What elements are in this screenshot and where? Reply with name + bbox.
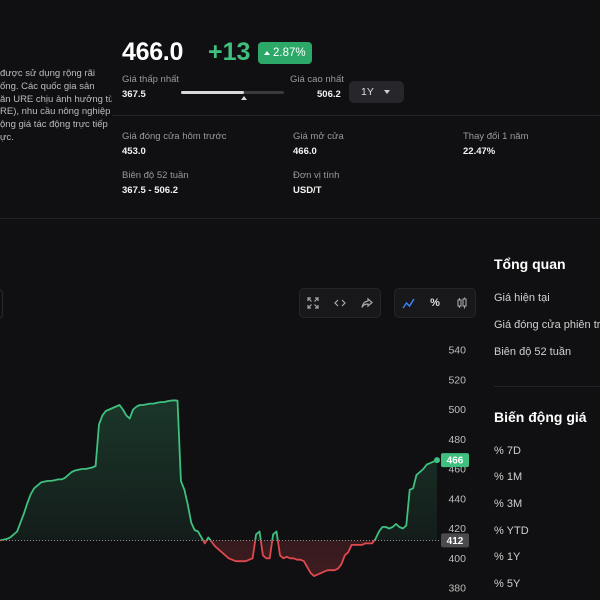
price-change-title: Biến động giá [494, 409, 587, 425]
y-tick-label: 540 [448, 345, 466, 357]
range-marker-icon [240, 96, 247, 100]
stat-label: Thay đổi 1 năm [463, 131, 529, 142]
y-axis: 540520500480460440420400380 [448, 345, 466, 595]
price-change-item: % 5Y [494, 578, 521, 590]
current-price-tag: 466 [447, 456, 464, 467]
commodity-description: được sử dụng rộng rãi ống. Các quốc gia … [0, 68, 112, 145]
chart-tools-group [299, 288, 381, 318]
chart-control-edge[interactable] [0, 289, 3, 319]
y-tick-label: 420 [448, 523, 466, 535]
y-tick-label: 520 [448, 374, 466, 386]
low-price-value: 367.5 [122, 89, 146, 100]
previous-close-tag: 412 [447, 536, 464, 547]
overview-item: Giá đóng cửa phiên trước [494, 319, 600, 331]
price-change-item: % 1M [494, 471, 523, 483]
change-percent: 2.87% [273, 47, 306, 59]
y-tick-label: 380 [448, 583, 466, 595]
chart-type-group: % [394, 288, 476, 318]
period-select-value: 1Y [361, 86, 374, 98]
change-percent-badge: 2.87% [258, 42, 312, 64]
high-price-value: 506.2 [317, 89, 341, 100]
current-price: 466.0 [122, 38, 184, 66]
price-change-item: % YTD [494, 525, 529, 537]
stat-label: Giá đóng cửa hôm trước [122, 131, 227, 142]
day-range-fill [181, 91, 244, 94]
stat-value: USD/T [293, 185, 322, 196]
percent-button[interactable]: % [426, 294, 444, 312]
divider [494, 386, 600, 387]
overview-title: Tổng quan [494, 256, 566, 272]
description-line: ống. Các quốc gia sản [0, 80, 95, 92]
description-line: ăn URE chịu ảnh hưởng từ [0, 93, 112, 105]
stat-label: Đơn vị tính [293, 170, 340, 181]
y-tick-label: 480 [448, 434, 466, 446]
divider [112, 115, 600, 116]
divider [0, 218, 600, 219]
code-icon[interactable] [331, 294, 349, 312]
description-line: ộng giá tác động trực tiếp [0, 119, 108, 131]
stat-value: 367.5 - 506.2 [122, 185, 178, 196]
line-chart-icon[interactable] [399, 294, 417, 312]
overview-item: Giá hiện tại [494, 292, 550, 304]
y-tick-label: 500 [448, 404, 466, 416]
low-price-label: Giá thấp nhất [122, 74, 180, 85]
price-change: +13 [208, 38, 251, 66]
share-icon[interactable] [358, 294, 376, 312]
price-change-item: % 7D [494, 445, 521, 457]
chevron-down-icon [384, 90, 390, 94]
description-line: RE), nhu cầu nông nghiệp [0, 106, 111, 118]
arrow-up-icon [264, 51, 270, 55]
y-tick-label: 440 [448, 493, 466, 505]
period-select[interactable]: 1Y [349, 81, 404, 103]
overview-item: Biên độ 52 tuần [494, 346, 572, 358]
price-change-item: % 3M [494, 498, 523, 510]
stat-value: 466.0 [293, 146, 317, 157]
description-line: được sử dụng rộng rãi [0, 68, 95, 79]
price-chart[interactable]: 540520500480460440420400380 466412 [0, 330, 480, 600]
stat-value: 22.47% [463, 146, 496, 157]
y-tick-label: 400 [448, 553, 466, 565]
expand-icon[interactable] [304, 294, 322, 312]
description-line: ực. [0, 131, 14, 143]
stat-label: Giá mở cửa [293, 131, 344, 142]
stat-value: 453.0 [122, 146, 146, 157]
stat-label: Biên độ 52 tuần [122, 170, 189, 181]
last-price-dot [434, 457, 440, 464]
price-change-item: % 1Y [494, 551, 521, 563]
high-price-label: Giá cao nhất [290, 74, 344, 85]
candlestick-icon[interactable] [453, 294, 471, 312]
